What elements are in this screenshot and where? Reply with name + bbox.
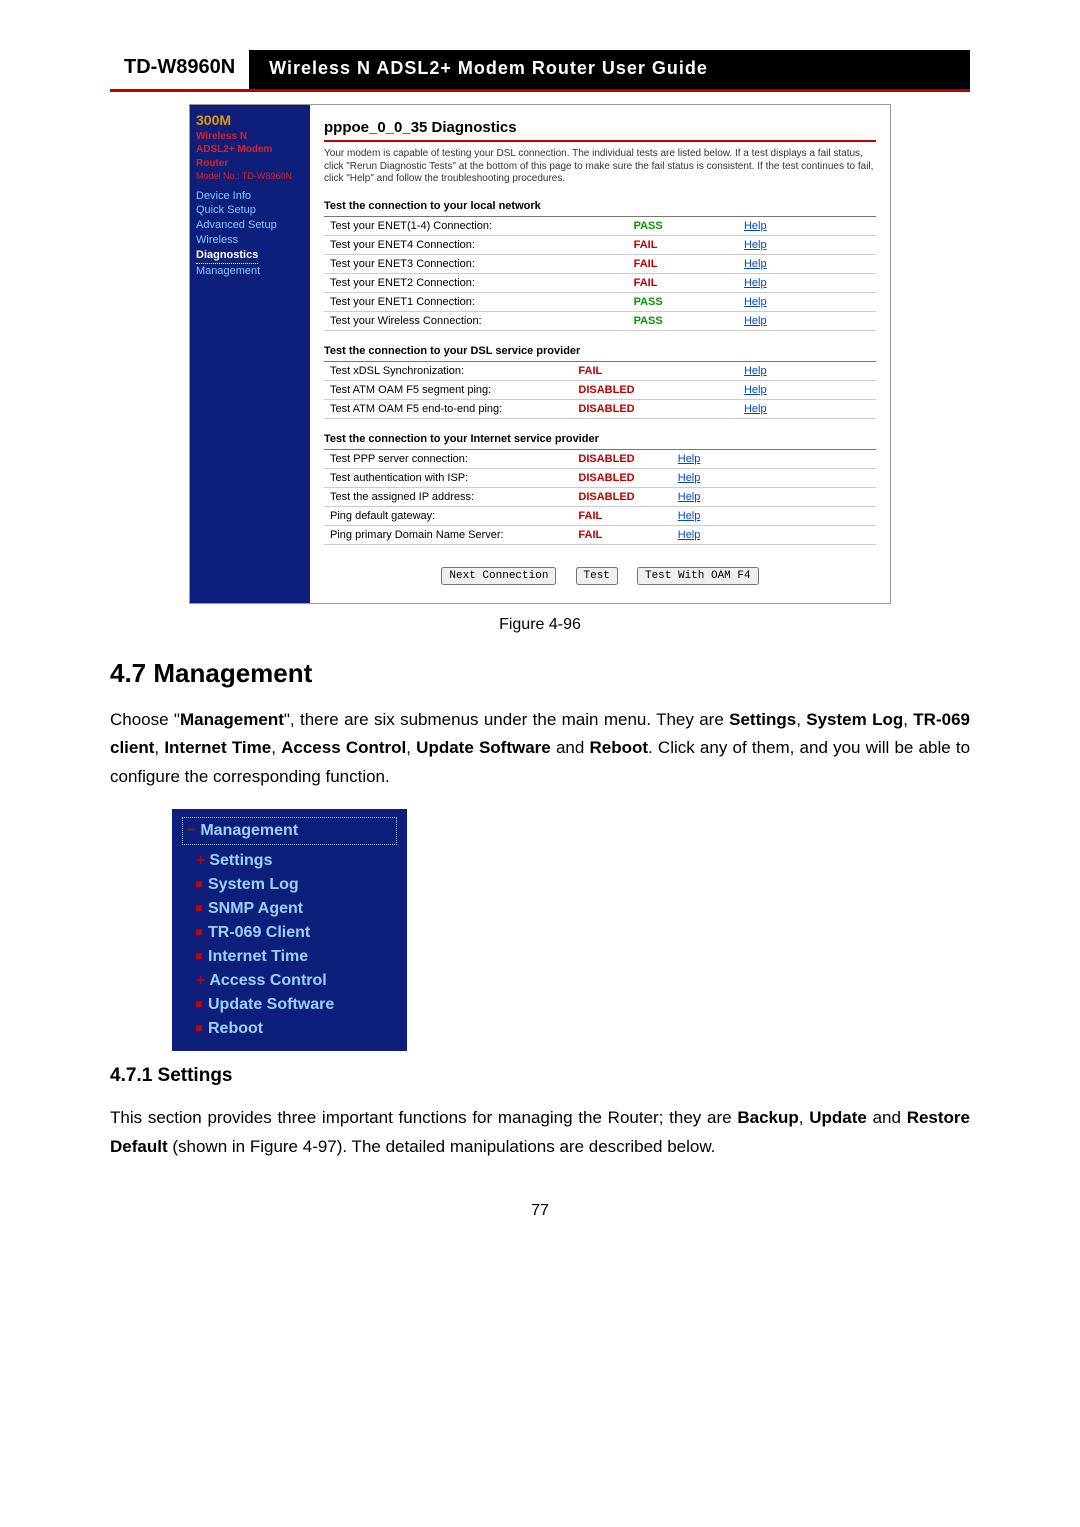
header-title: Wireless N ADSL2+ Modem Router User Guid… [249, 50, 970, 89]
nav-device-info[interactable]: Device Info [196, 189, 304, 204]
help-link[interactable]: Help [738, 273, 876, 292]
table-row: Test your ENET1 Connection:PASSHelp [324, 292, 876, 311]
brand-modelno: Model No.: TD-W8960N [196, 170, 304, 182]
isp-caption: Test the connection to your Internet ser… [324, 433, 876, 450]
bullet-icon [196, 905, 202, 911]
table-row: Test PPP server connection:DISABLEDHelp [324, 450, 876, 469]
nav-snmp-agent[interactable]: SNMP Agent [182, 897, 397, 921]
nav-reboot[interactable]: Reboot [182, 1017, 397, 1041]
running-header: TD-W8960N Wireless N ADSL2+ Modem Router… [110, 50, 970, 92]
local-network-caption: Test the connection to your local networ… [324, 200, 876, 217]
brand-sub2: ADSL2+ Modem Router [196, 143, 304, 170]
header-model: TD-W8960N [110, 50, 249, 89]
brand-sub1: Wireless N [196, 130, 304, 144]
next-connection-button[interactable]: Next Connection [441, 567, 556, 585]
diagnostics-title: pppoe_0_0_35 Diagnostics [324, 119, 876, 136]
table-row: Test your ENET3 Connection:FAILHelp [324, 254, 876, 273]
table-row: Test your Wireless Connection:PASSHelp [324, 311, 876, 330]
nav-settings[interactable]: +Settings [182, 849, 397, 873]
table-row: Test your ENET2 Connection:FAILHelp [324, 273, 876, 292]
isp-table: Test the connection to your Internet ser… [324, 433, 876, 545]
help-link[interactable]: Help [672, 487, 876, 506]
help-link[interactable]: Help [738, 311, 876, 330]
local-network-table: Test the connection to your local networ… [324, 200, 876, 331]
management-paragraph: Choose "Management", there are six subme… [110, 706, 970, 793]
help-link[interactable]: Help [672, 525, 876, 544]
expand-icon: + [196, 972, 205, 989]
bullet-icon [196, 1001, 202, 1007]
help-link[interactable]: Help [738, 235, 876, 254]
title-divider [324, 140, 876, 142]
settings-paragraph: This section provides three important fu… [110, 1104, 970, 1162]
table-row: Test your ENET(1-4) Connection:PASSHelp [324, 217, 876, 236]
nav-quick-setup[interactable]: Quick Setup [196, 203, 304, 218]
test-button[interactable]: Test [576, 567, 618, 585]
section-4-7-1-heading: 4.7.1 Settings [110, 1065, 970, 1087]
table-row: Test ATM OAM F5 segment ping:DISABLEDHel… [324, 380, 876, 399]
help-link[interactable]: Help [738, 292, 876, 311]
diagnostic-buttons: Next Connection Test Test With OAM F4 [324, 559, 876, 593]
table-row: Test ATM OAM F5 end-to-end ping:DISABLED… [324, 399, 876, 418]
help-link[interactable]: Help [738, 254, 876, 273]
nav-internet-time[interactable]: Internet Time [182, 945, 397, 969]
management-nav-screenshot: −Management +Settings System Log SNMP Ag… [172, 809, 407, 1051]
nav-wireless[interactable]: Wireless [196, 233, 304, 248]
table-row: Test the assigned IP address:DISABLEDHel… [324, 487, 876, 506]
dsl-provider-table: Test the connection to your DSL service … [324, 345, 876, 419]
help-link[interactable]: Help [738, 362, 876, 381]
help-link[interactable]: Help [738, 399, 876, 418]
table-row: Ping primary Domain Name Server:FAILHelp [324, 525, 876, 544]
diagnostics-intro: Your modem is capable of testing your DS… [324, 148, 876, 186]
bullet-icon [196, 1025, 202, 1031]
nav-tr069-client[interactable]: TR-069 Client [182, 921, 397, 945]
nav-access-control[interactable]: +Access Control [182, 969, 397, 993]
help-link[interactable]: Help [672, 468, 876, 487]
diagnostics-content: pppoe_0_0_35 Diagnostics Your modem is c… [310, 105, 890, 603]
nav-advanced-setup[interactable]: Advanced Setup [196, 218, 304, 233]
help-link[interactable]: Help [738, 380, 876, 399]
dsl-provider-caption: Test the connection to your DSL service … [324, 345, 876, 362]
brand-logo: 300M [196, 111, 304, 130]
table-row: Test authentication with ISP:DISABLEDHel… [324, 468, 876, 487]
page-number: 77 [110, 1202, 970, 1220]
table-row: Test your ENET4 Connection:FAILHelp [324, 235, 876, 254]
test-oam-f4-button[interactable]: Test With OAM F4 [637, 567, 759, 585]
bullet-icon [196, 953, 202, 959]
nav-management[interactable]: Management [196, 264, 304, 279]
nav-system-log[interactable]: System Log [182, 873, 397, 897]
nav-sidebar: 300M Wireless N ADSL2+ Modem Router Mode… [190, 105, 310, 603]
help-link[interactable]: Help [738, 217, 876, 236]
section-4-7-heading: 4.7 Management [110, 658, 970, 689]
collapse-icon: − [187, 822, 196, 839]
nav-diagnostics[interactable]: Diagnostics [196, 248, 258, 264]
help-link[interactable]: Help [672, 506, 876, 525]
nav-update-software[interactable]: Update Software [182, 993, 397, 1017]
bullet-icon [196, 929, 202, 935]
nav-top-management[interactable]: −Management [182, 817, 397, 845]
diagnostics-screenshot: 300M Wireless N ADSL2+ Modem Router Mode… [189, 104, 891, 604]
help-link[interactable]: Help [672, 450, 876, 469]
table-row: Test xDSL Synchronization:FAILHelp [324, 362, 876, 381]
expand-icon: + [196, 852, 205, 869]
figure-caption: Figure 4-96 [110, 616, 970, 634]
table-row: Ping default gateway:FAILHelp [324, 506, 876, 525]
bullet-icon [196, 881, 202, 887]
